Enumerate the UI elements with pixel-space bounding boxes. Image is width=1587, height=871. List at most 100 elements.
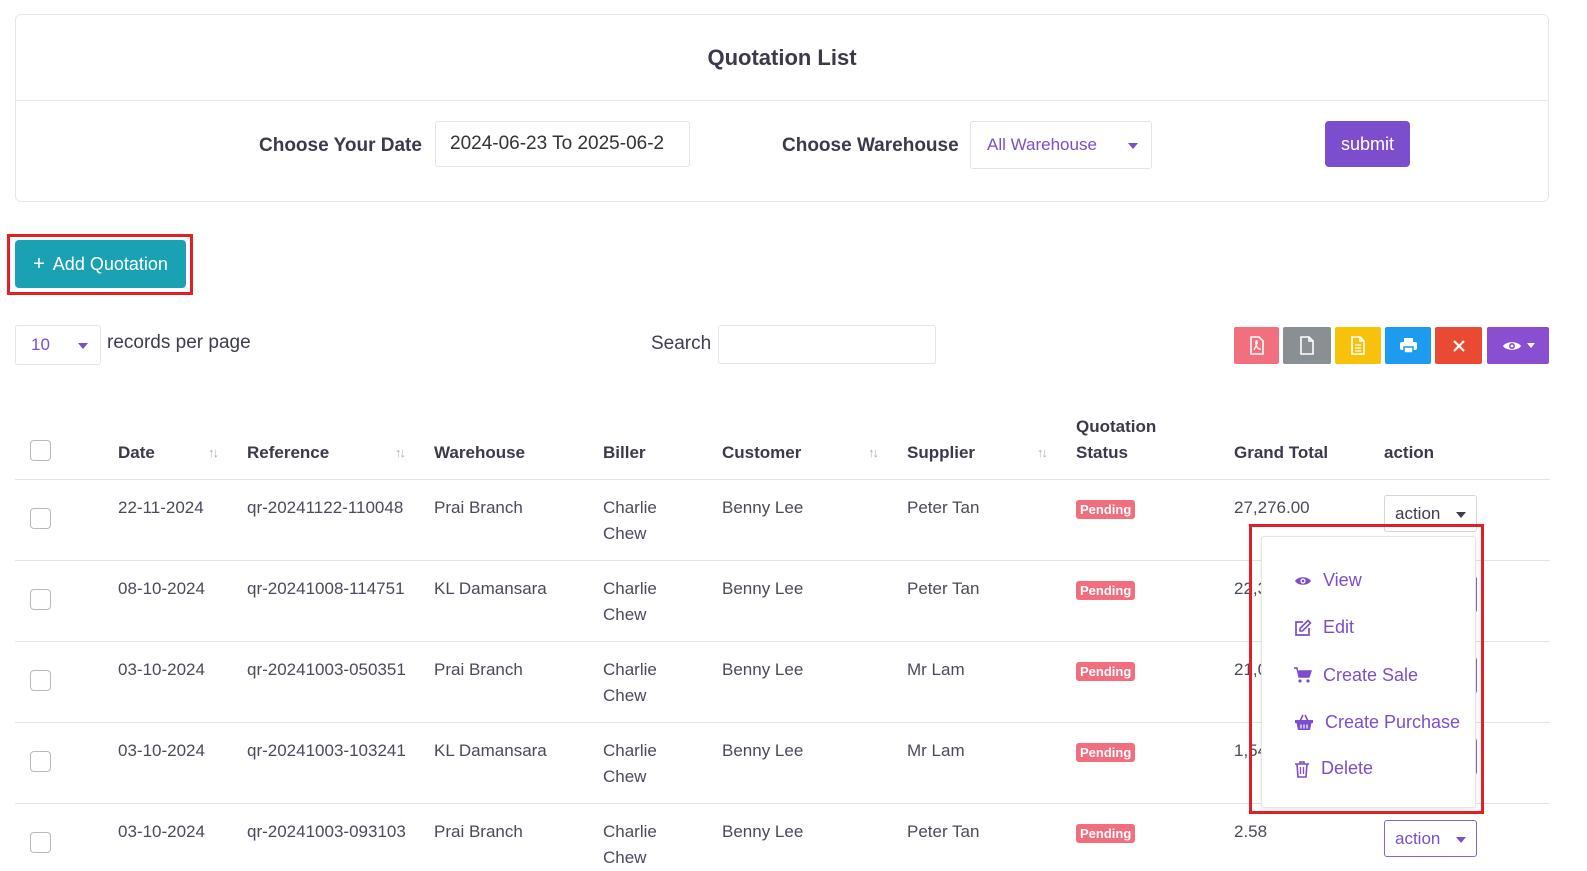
cell-date: 22-11-2024 [118, 498, 204, 517]
biller-first-name: Charlie [603, 579, 657, 598]
chevron-down-icon [78, 343, 88, 349]
chevron-down-icon [1456, 512, 1466, 518]
row-checkbox[interactable] [30, 670, 51, 691]
cell-supplier: Peter Tan [907, 822, 980, 841]
cell-warehouse: KL Damansara [434, 579, 547, 598]
excel-icon [1351, 336, 1365, 355]
page-title: Quotation List [16, 15, 1548, 101]
biller-first-name: Charlie [603, 660, 657, 679]
date-range-input[interactable]: 2024-06-23 To 2025-06-2 [435, 121, 690, 167]
header-divider [15, 479, 1550, 480]
cell-biller: Charlie Chew [603, 819, 683, 871]
row-checkbox[interactable] [30, 508, 51, 529]
pdf-export-button[interactable] [1234, 327, 1279, 364]
pdf-icon [1249, 336, 1264, 355]
column-header-quotation: Quotation [1076, 417, 1157, 436]
excel-export-button[interactable] [1335, 327, 1381, 364]
cell-warehouse: KL Damansara [434, 741, 547, 760]
column-header-reference[interactable]: Reference [247, 443, 329, 463]
cell-warehouse: Prai Branch [434, 660, 523, 679]
column-header-date[interactable]: Date [118, 443, 155, 463]
eye-icon [1502, 341, 1521, 350]
add-quotation-button[interactable]: + Add Quotation [15, 240, 186, 288]
cell-supplier: Mr Lam [907, 741, 965, 760]
biller-last-name: Chew [603, 524, 647, 543]
cell-grand-total: 2.58 [1234, 822, 1268, 841]
row-checkbox[interactable] [30, 589, 51, 610]
row-checkbox[interactable] [30, 832, 51, 853]
cell-reference: qr-20241003-093103 [247, 822, 406, 841]
date-label: Choose Your Date [259, 135, 422, 156]
sort-icon[interactable]: ↑↓ [395, 445, 406, 460]
warehouse-label: Choose Warehouse [782, 135, 959, 156]
cell-warehouse: Prai Branch [434, 498, 523, 517]
cell-date: 03-10-2024 [118, 822, 205, 841]
status-badge: Pending [1076, 743, 1136, 762]
cell-warehouse: Prai Branch [434, 822, 523, 841]
cell-customer: Benny Lee [722, 660, 804, 679]
cell-biller: Charlie Chew [603, 657, 683, 709]
cell-date: 08-10-2024 [118, 579, 205, 598]
cell-supplier: Mr Lam [907, 660, 965, 679]
sort-icon[interactable]: ↑↓ [208, 445, 219, 460]
warehouse-select[interactable]: All Warehouse [970, 121, 1152, 169]
records-per-page-select[interactable]: 10 [15, 325, 101, 365]
delete-selected-button[interactable] [1435, 327, 1482, 364]
cell-customer: Benny Lee [722, 822, 804, 841]
cell-customer: Benny Lee [722, 741, 804, 760]
sort-icon[interactable]: ↑↓ [1037, 445, 1048, 460]
status-badge: Pending [1076, 662, 1136, 681]
column-header-status: Status [1076, 443, 1128, 462]
cell-reference: qr-20241008-114751 [247, 579, 405, 598]
cell-supplier: Peter Tan [907, 498, 980, 517]
column-header-warehouse: Warehouse [434, 443, 526, 462]
submit-button[interactable]: submit [1325, 121, 1410, 167]
cell-customer: Benny Lee [722, 579, 804, 598]
cell-biller: Charlie Chew [603, 738, 683, 790]
biller-first-name: Charlie [603, 498, 657, 517]
file-icon [1300, 336, 1314, 355]
warehouse-select-value: All Warehouse [987, 135, 1097, 154]
sort-icon[interactable]: ↑↓ [868, 445, 879, 460]
column-header-action: action [1384, 443, 1435, 462]
cell-date: 03-10-2024 [118, 741, 205, 760]
print-button[interactable] [1385, 327, 1431, 364]
close-icon [1452, 339, 1465, 352]
cell-date: 03-10-2024 [118, 660, 205, 679]
print-icon [1399, 338, 1417, 354]
biller-last-name: Chew [603, 605, 647, 624]
search-label: Search [651, 333, 712, 354]
row-checkbox[interactable] [30, 751, 51, 772]
biller-last-name: Chew [603, 686, 647, 705]
column-header-grand-total: Grand Total [1234, 443, 1329, 462]
column-header-supplier[interactable]: Supplier [907, 443, 975, 463]
column-header-customer[interactable]: Customer [722, 443, 801, 463]
action-label: action [1395, 828, 1441, 848]
add-quotation-label: Add Quotation [52, 253, 168, 274]
column-header-biller: Biller [603, 443, 646, 462]
records-per-page-text: records per page [107, 332, 251, 353]
cell-reference: qr-20241003-050351 [247, 660, 406, 679]
csv-export-button[interactable] [1283, 327, 1331, 364]
select-all-checkbox[interactable] [30, 440, 51, 461]
biller-first-name: Charlie [603, 822, 657, 841]
records-per-page-value: 10 [31, 335, 50, 354]
action-label: action [1395, 503, 1441, 523]
cell-supplier: Peter Tan [907, 579, 980, 598]
status-badge: Pending [1076, 581, 1136, 600]
cell-reference: qr-20241122-110048 [247, 498, 404, 517]
biller-last-name: Chew [603, 848, 647, 867]
cell-biller: Charlie Chew [603, 576, 683, 628]
cell-grand-total: 27,276.00 [1234, 498, 1310, 517]
biller-last-name: Chew [603, 767, 647, 786]
biller-first-name: Charlie [603, 741, 657, 760]
cell-biller: Charlie Chew [603, 495, 683, 547]
column-visibility-button[interactable] [1487, 327, 1549, 364]
cell-reference: qr-20241003-103241 [247, 741, 406, 760]
dropdown-highlight [1249, 524, 1484, 814]
action-dropdown-button[interactable]: action [1384, 820, 1477, 857]
search-input[interactable] [718, 325, 936, 364]
plus-icon: + [33, 252, 45, 275]
chevron-down-icon [1128, 143, 1138, 149]
chevron-down-icon [1526, 343, 1535, 348]
